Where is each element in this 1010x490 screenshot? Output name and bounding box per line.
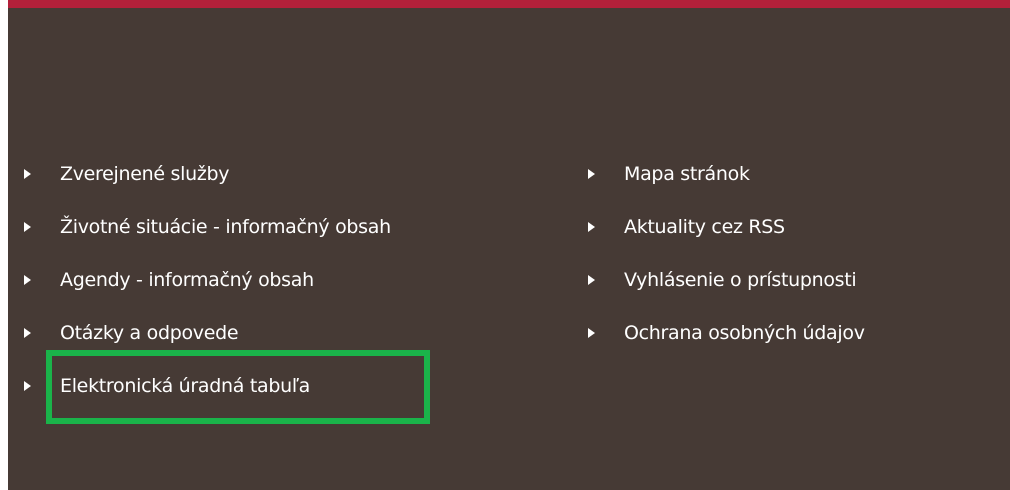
footer-link-agendy[interactable]: Agendy - informačný obsah xyxy=(24,253,391,306)
footer-link-label: Životné situácie - informačný obsah xyxy=(60,215,391,238)
footer-links-left: Zverejnené služby Životné situácie - inf… xyxy=(24,147,391,412)
footer-link-label: Vyhlásenie o prístupnosti xyxy=(624,268,857,291)
footer-link-otazky-a-odpovede[interactable]: Otázky a odpovede xyxy=(24,306,391,359)
triangle-right-icon xyxy=(24,221,31,232)
footer-link-zivotne-situacie[interactable]: Životné situácie - informačný obsah xyxy=(24,200,391,253)
footer-link-elektronicka-uradna-tabula[interactable]: Elektronická úradná tabuľa xyxy=(24,359,391,412)
footer-link-label: Mapa stránok xyxy=(624,162,750,185)
triangle-right-icon xyxy=(588,327,595,338)
footer-link-label: Agendy - informačný obsah xyxy=(60,268,314,291)
footer-link-label: Aktuality cez RSS xyxy=(624,215,785,238)
footer-link-aktuality-rss[interactable]: Aktuality cez RSS xyxy=(588,200,865,253)
top-accent-bar xyxy=(8,0,1010,8)
footer-link-label: Otázky a odpovede xyxy=(60,321,239,344)
footer-link-vyhlasenie-o-pristupnosti[interactable]: Vyhlásenie o prístupnosti xyxy=(588,253,865,306)
triangle-right-icon xyxy=(24,168,31,179)
footer-link-zverejnene-sluzby[interactable]: Zverejnené služby xyxy=(24,147,391,200)
triangle-right-icon xyxy=(24,327,31,338)
footer-link-mapa-stranok[interactable]: Mapa stránok xyxy=(588,147,865,200)
footer-link-label: Zverejnené služby xyxy=(60,162,230,185)
triangle-right-icon xyxy=(588,274,595,285)
footer-links-right: Mapa stránok Aktuality cez RSS Vyhláseni… xyxy=(588,147,865,359)
footer-link-label: Elektronická úradná tabuľa xyxy=(60,374,311,397)
triangle-right-icon xyxy=(24,274,31,285)
triangle-right-icon xyxy=(588,168,595,179)
footer-link-ochrana-osobnych-udajov[interactable]: Ochrana osobných údajov xyxy=(588,306,865,359)
triangle-right-icon xyxy=(588,221,595,232)
footer-link-label: Ochrana osobných údajov xyxy=(624,321,865,344)
footer: Zverejnené služby Životné situácie - inf… xyxy=(8,0,1010,490)
triangle-right-icon xyxy=(24,380,31,391)
